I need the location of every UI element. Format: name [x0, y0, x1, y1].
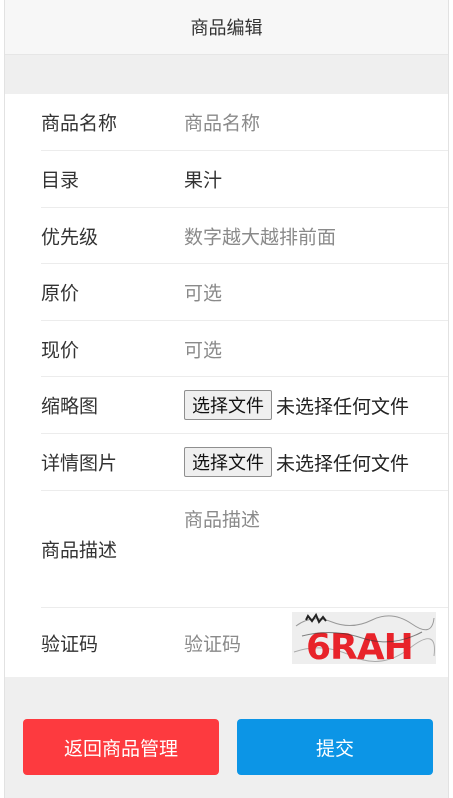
page-header: 商品编辑	[5, 0, 448, 55]
captcha-input[interactable]: 验证码	[184, 629, 241, 656]
current-price-input[interactable]: 可选	[184, 335, 222, 362]
thumbnail-file-input: 选择文件 未选择任何文件	[184, 390, 409, 420]
form-row-description: 商品描述 商品描述	[41, 491, 448, 608]
original-price-label: 原价	[41, 282, 80, 305]
form-row-current-price: 现价 可选	[41, 321, 448, 377]
back-to-product-management-button[interactable]: 返回商品管理	[23, 719, 219, 775]
original-price-input[interactable]: 可选	[184, 279, 222, 306]
captcha-label: 验证码	[41, 633, 99, 655]
name-label: 商品名称	[41, 112, 118, 135]
submit-button[interactable]: 提交	[237, 719, 433, 775]
captcha-image-graphic: 6RAH	[292, 612, 436, 668]
product-edit-form: 商品名称 商品名称 目录 果汁 优先级 数字越大越排前面 原价 可选 现价 可选…	[5, 94, 448, 677]
page-title: 商品编辑	[190, 18, 263, 39]
app-frame: 商品编辑 商品名称 商品名称 目录 果汁 优先级 数字越大越排前面 原价 可选 …	[4, 0, 449, 798]
form-row-name: 商品名称 商品名称	[41, 94, 448, 151]
captcha-image[interactable]: 6RAH	[292, 612, 436, 668]
description-textarea[interactable]: 商品描述	[184, 505, 260, 532]
priority-label: 优先级	[41, 226, 99, 248]
form-row-category: 目录 果汁	[41, 151, 448, 208]
form-row-detail-image: 详情图片 选择文件 未选择任何文件	[41, 434, 448, 491]
detail-image-file-status: 未选择任何文件	[276, 452, 410, 475]
detail-image-choose-file-button[interactable]: 选择文件	[184, 447, 272, 477]
category-label: 目录	[41, 169, 80, 192]
thumbnail-choose-file-button[interactable]: 选择文件	[184, 390, 272, 420]
category-select[interactable]: 果汁	[184, 166, 222, 193]
detail-image-label: 详情图片	[41, 452, 118, 475]
priority-input[interactable]: 数字越大越排前面	[184, 222, 336, 249]
form-row-original-price: 原价 可选	[41, 264, 448, 321]
description-label: 商品描述	[41, 539, 118, 562]
detail-image-file-input: 选择文件 未选择任何文件	[184, 447, 409, 477]
name-input[interactable]: 商品名称	[184, 109, 260, 136]
form-row-thumbnail: 缩略图 选择文件 未选择任何文件	[41, 377, 448, 434]
thumbnail-file-status: 未选择任何文件	[276, 395, 410, 418]
form-row-captcha: 验证码 验证码 6RAH	[41, 608, 448, 677]
form-row-priority: 优先级 数字越大越排前面	[41, 208, 448, 264]
thumbnail-label: 缩略图	[41, 395, 99, 418]
current-price-label: 现价	[41, 339, 80, 361]
